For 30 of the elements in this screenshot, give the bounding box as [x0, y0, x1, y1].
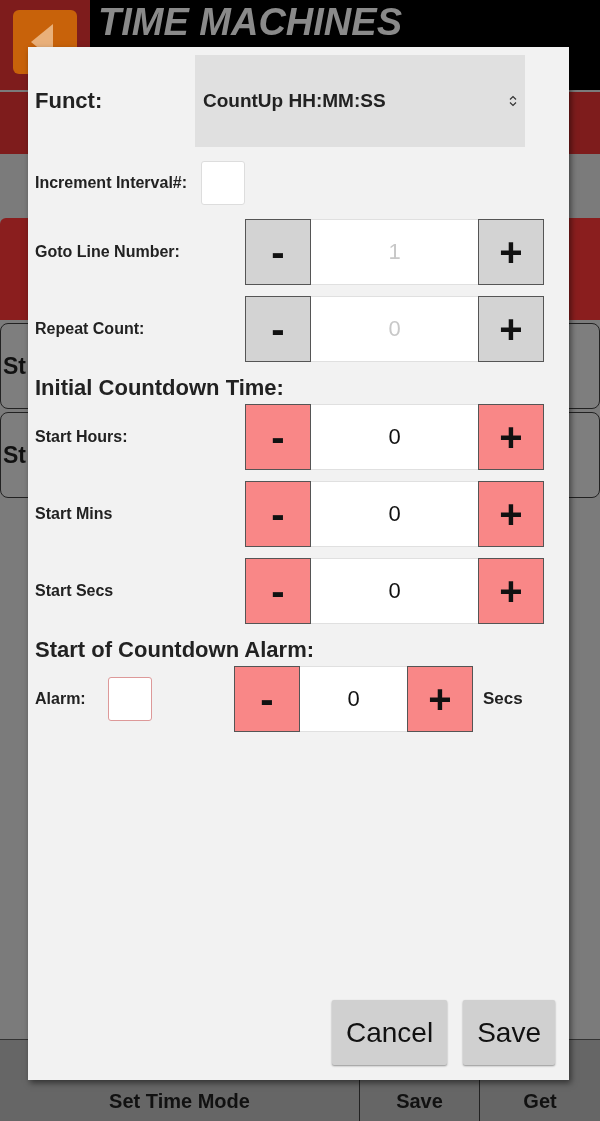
field-label: Start Hours:: [35, 428, 129, 446]
increment-button[interactable]: +: [478, 558, 544, 624]
number-field[interactable]: 0: [311, 558, 478, 624]
checkbox[interactable]: [108, 677, 152, 721]
decrement-button[interactable]: -: [245, 558, 311, 624]
save-button[interactable]: Save: [463, 1000, 555, 1065]
number-field[interactable]: 0: [311, 404, 478, 470]
section-heading: Initial Countdown Time:: [35, 374, 285, 402]
number-field[interactable]: 0: [300, 666, 407, 732]
field-label: Start Secs: [35, 582, 115, 600]
field-label: Start Mins: [35, 505, 114, 523]
decrement-button[interactable]: -: [234, 666, 300, 732]
increment-button[interactable]: +: [478, 481, 544, 547]
field-label: Alarm:: [35, 690, 87, 708]
increment-button[interactable]: +: [407, 666, 473, 732]
increment-button[interactable]: +: [478, 404, 544, 470]
function-dropdown[interactable]: CountUp HH:MM:SS: [195, 55, 525, 147]
field-label: Repeat Count:: [35, 320, 146, 338]
cancel-button[interactable]: Cancel: [332, 1000, 448, 1065]
number-field[interactable]: 0: [311, 481, 478, 547]
decrement-button[interactable]: -: [245, 481, 311, 547]
unit-label: Secs: [483, 689, 523, 709]
field-label: Goto Line Number:: [35, 243, 181, 261]
decrement-button[interactable]: -: [245, 404, 311, 470]
dropdown-chevron-icon: [509, 95, 517, 107]
app-logo: TIME MACHINES: [98, 0, 402, 44]
field-label: Funct:: [35, 88, 104, 114]
checkbox[interactable]: [201, 161, 246, 205]
section-heading: Start of Countdown Alarm:: [35, 636, 316, 664]
field-label: Increment Interval#:: [35, 174, 188, 192]
